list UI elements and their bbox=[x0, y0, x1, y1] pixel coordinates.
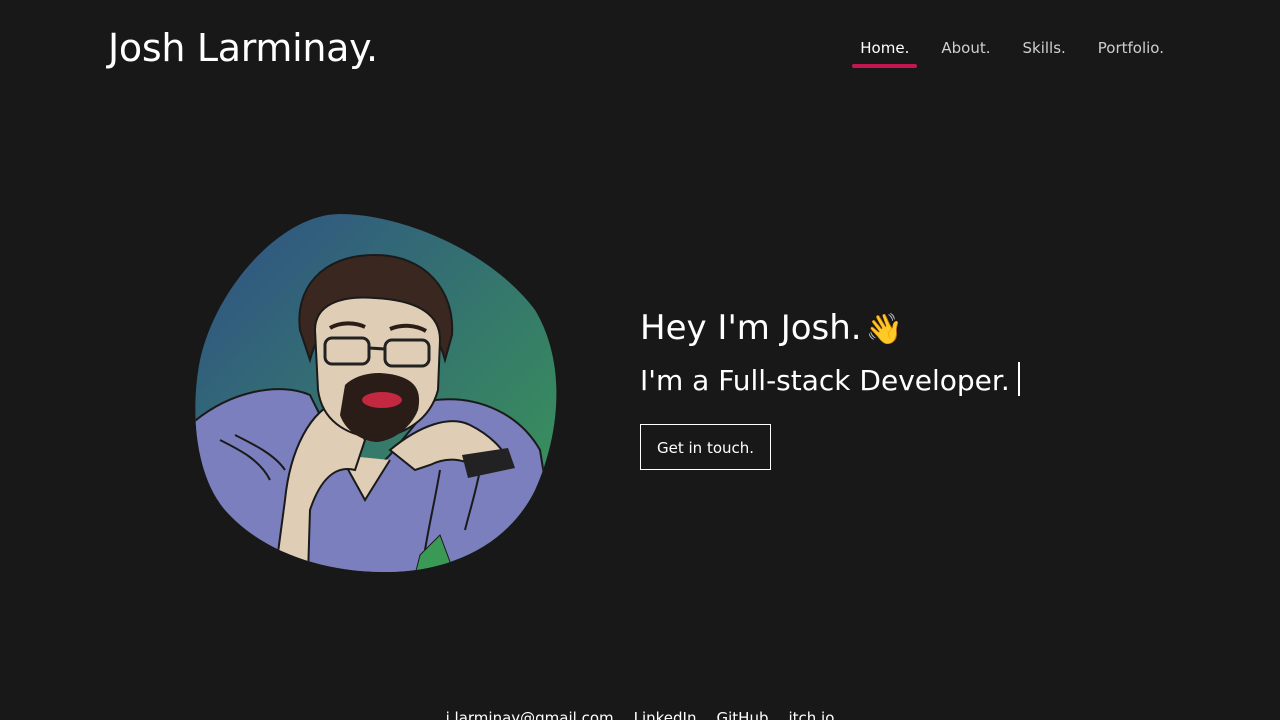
avatar bbox=[190, 210, 560, 575]
footer-links: j.larminay@gmail.com LinkedIn GitHub itc… bbox=[0, 706, 1280, 720]
hero-role: I'm a Full-stack Developer. bbox=[640, 361, 1200, 401]
hero-greeting: Hey I'm Josh. 👋 bbox=[640, 305, 1200, 353]
nav-portfolio[interactable]: Portfolio. bbox=[1090, 34, 1172, 68]
main-nav: Home. About. Skills. Portfolio. bbox=[836, 34, 1172, 68]
page: Josh Larminay. Home. About. Skills. Port… bbox=[0, 0, 1280, 720]
footer-link-email[interactable]: j.larminay@gmail.com bbox=[446, 706, 614, 720]
site-title[interactable]: Josh Larminay. bbox=[108, 24, 378, 72]
hero-greeting-text: Hey I'm Josh. bbox=[640, 308, 862, 348]
footer-link-linkedin[interactable]: LinkedIn bbox=[634, 706, 697, 720]
hero-section: Hey I'm Josh. 👋 I'm a Full-stack Develope… bbox=[640, 305, 1200, 470]
avatar-illustration bbox=[195, 214, 557, 572]
nav-about[interactable]: About. bbox=[933, 34, 998, 68]
nav-skills[interactable]: Skills. bbox=[1014, 34, 1073, 68]
get-in-touch-button[interactable]: Get in touch. bbox=[640, 424, 772, 470]
footer-link-itch[interactable]: itch.io bbox=[788, 706, 834, 720]
hero-role-text: I'm a Full-stack Developer. bbox=[640, 364, 1010, 397]
footer-link-github[interactable]: GitHub bbox=[717, 706, 769, 720]
typing-cursor bbox=[1017, 362, 1020, 396]
waving-hand-icon: 👋 bbox=[865, 312, 903, 347]
nav-home[interactable]: Home. bbox=[852, 34, 918, 68]
